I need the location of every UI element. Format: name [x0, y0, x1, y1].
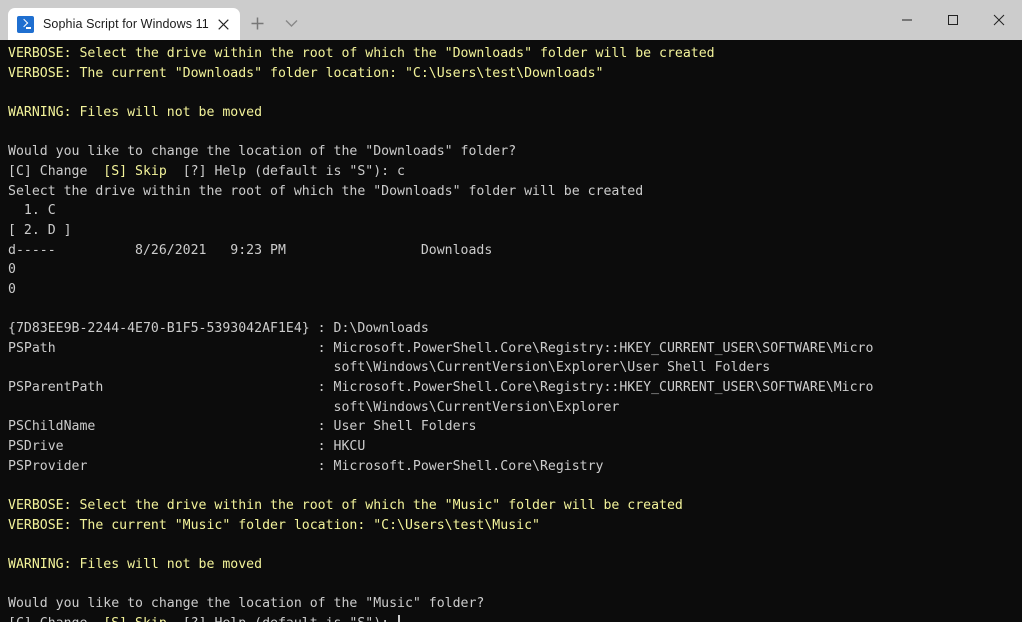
terminal-line: soft\Windows\CurrentVersion\Explorer\Use…: [8, 358, 1022, 378]
terminal-blank-line: [8, 300, 1022, 320]
terminal-line: WARNING: Files will not be moved: [8, 555, 1022, 575]
new-tab-icon[interactable]: [240, 7, 274, 39]
close-tab-icon[interactable]: [212, 13, 234, 35]
terminal-line: PSPath : Microsoft.PowerShell.Core\Regis…: [8, 339, 1022, 359]
terminal-blank-line: [8, 83, 1022, 103]
terminal-blank-line: [8, 575, 1022, 595]
terminal-line: PSProvider : Microsoft.PowerShell.Core\R…: [8, 457, 1022, 477]
choice-default-option: [S] Skip: [103, 616, 167, 622]
tab-strip: Sophia Script for Windows 11 v: [0, 0, 308, 40]
terminal-blank-line: [8, 123, 1022, 143]
terminal-line: d----- 8/26/2021 9:23 PM Downloads: [8, 241, 1022, 261]
terminal-line: PSChildName : User Shell Folders: [8, 417, 1022, 437]
text-cursor: [398, 615, 400, 622]
terminal-line: 0: [8, 260, 1022, 280]
terminal-line: 0: [8, 280, 1022, 300]
choice-suffix: [?] Help (default is "S"):: [167, 616, 397, 622]
maximize-button[interactable]: [930, 0, 976, 40]
terminal-line: 1. C: [8, 201, 1022, 221]
chevron-down-icon[interactable]: [274, 7, 308, 39]
close-window-button[interactable]: [976, 0, 1022, 40]
terminal-line: VERBOSE: The current "Downloads" folder …: [8, 64, 1022, 84]
terminal-line: VERBOSE: The current "Music" folder loca…: [8, 516, 1022, 536]
powershell-icon: [17, 16, 34, 33]
terminal-line: Select the drive within the root of whic…: [8, 182, 1022, 202]
terminal-output[interactable]: VERBOSE: Select the drive within the roo…: [0, 40, 1022, 622]
choice-prefix: [C] Change: [8, 164, 103, 179]
terminal-line: [ 2. D ]: [8, 221, 1022, 241]
terminal-line: VERBOSE: Select the drive within the roo…: [8, 496, 1022, 516]
choice-suffix: [?] Help (default is "S"): c: [167, 164, 405, 179]
terminal-line: soft\Windows\CurrentVersion\Explorer: [8, 398, 1022, 418]
terminal-line: {7D83EE9B-2244-4E70-B1F5-5393042AF1E4} :…: [8, 319, 1022, 339]
title-bar: Sophia Script for Windows 11 v: [0, 0, 1022, 40]
terminal-blank-line: [8, 535, 1022, 555]
terminal-line: Would you like to change the location of…: [8, 142, 1022, 162]
terminal-line: PSParentPath : Microsoft.PowerShell.Core…: [8, 378, 1022, 398]
terminal-blank-line: [8, 476, 1022, 496]
terminal-line: Would you like to change the location of…: [8, 594, 1022, 614]
terminal-line: PSDrive : HKCU: [8, 437, 1022, 457]
terminal-choice-line[interactable]: [C] Change [S] Skip [?] Help (default is…: [8, 162, 1022, 182]
choice-prefix: [C] Change: [8, 616, 103, 622]
terminal-input-prompt[interactable]: [C] Change [S] Skip [?] Help (default is…: [8, 614, 1022, 622]
terminal-line: VERBOSE: Select the drive within the roo…: [8, 44, 1022, 64]
choice-default-option: [S] Skip: [103, 164, 167, 179]
tab-sophia-script[interactable]: Sophia Script for Windows 11 v: [8, 8, 240, 40]
tab-title: Sophia Script for Windows 11 v: [43, 17, 212, 31]
terminal-line: WARNING: Files will not be moved: [8, 103, 1022, 123]
window-controls: [884, 0, 1022, 40]
minimize-button[interactable]: [884, 0, 930, 40]
